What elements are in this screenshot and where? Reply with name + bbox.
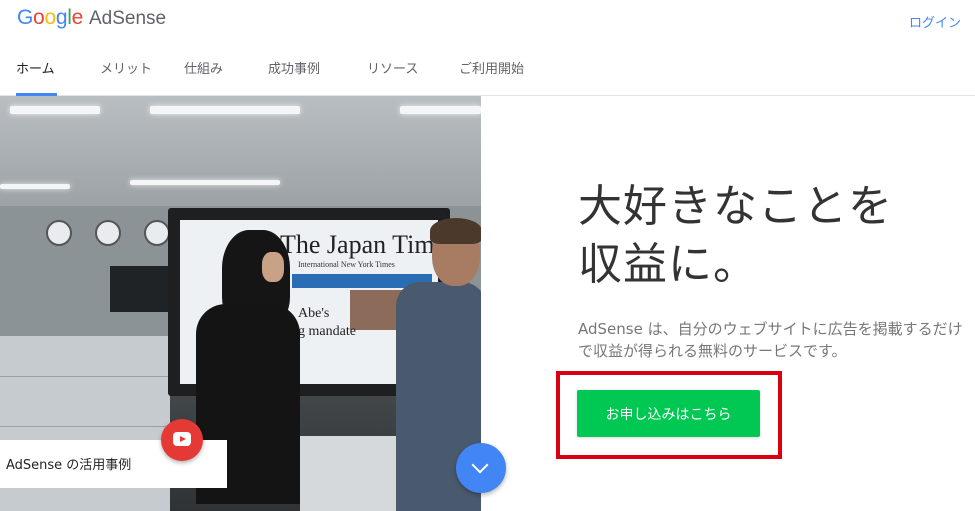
logo-letter: o (44, 6, 56, 29)
site-header: Google AdSense ログイン ホーム メリット 仕組み 成功事例 リソ… (0, 0, 975, 96)
newspaper-subtitle: International New York Times (298, 260, 395, 269)
office-monitor (110, 266, 168, 312)
hero-description: AdSense は、自分のウェブサイトに広告を掲載するだけで収益が得られる無料の… (578, 320, 963, 360)
newspaper-headline: g mandate (298, 324, 356, 339)
ceiling-light (150, 106, 300, 114)
adsense-wordmark: AdSense (88, 8, 167, 29)
logo-letter: e (71, 6, 84, 29)
nav-item-get-started[interactable]: ご利用開始 (459, 52, 524, 96)
play-video-button[interactable] (161, 419, 203, 461)
nav-item-success-stories[interactable]: 成功事例 (268, 52, 320, 96)
ceiling-light (0, 184, 70, 189)
person-man-hair (430, 218, 481, 244)
ceiling-light (400, 106, 481, 114)
logo-letter: G (17, 6, 34, 29)
sign-up-button[interactable]: お申し込みはこちら (577, 390, 760, 437)
youtube-play-icon (173, 432, 191, 446)
google-adsense-logo[interactable]: Google AdSense (17, 6, 166, 32)
hero-headline-line: 大好きなことを (578, 181, 893, 232)
nav-item-home[interactable]: ホーム (16, 52, 57, 96)
scroll-down-button[interactable] (456, 443, 506, 493)
wall-clock (46, 220, 72, 246)
google-wordmark: Google (17, 6, 83, 30)
ceiling-light (10, 106, 100, 114)
nav-item-benefits[interactable]: メリット (100, 52, 152, 96)
nav-item-resources[interactable]: リソース (367, 52, 418, 96)
newspaper-title: The Japan Times (280, 230, 438, 259)
hero-headline-line: 収益に。 (578, 239, 758, 290)
login-link[interactable]: ログイン (909, 12, 961, 31)
hero-headline: 大好きなことを 収益に。 (578, 178, 893, 294)
logo-letter: o (33, 6, 45, 29)
nav-item-how-it-works[interactable]: 仕組み (184, 52, 223, 96)
wall-clock (95, 220, 121, 246)
ceiling-light (130, 180, 280, 185)
newspaper-headline: Abe's (298, 306, 330, 321)
person-woman-face (262, 252, 284, 282)
chevron-down-icon (471, 456, 489, 474)
video-caption[interactable]: AdSense の活用事例 (6, 454, 131, 473)
wall-clock (144, 220, 170, 246)
logo-letter: g (55, 6, 68, 29)
